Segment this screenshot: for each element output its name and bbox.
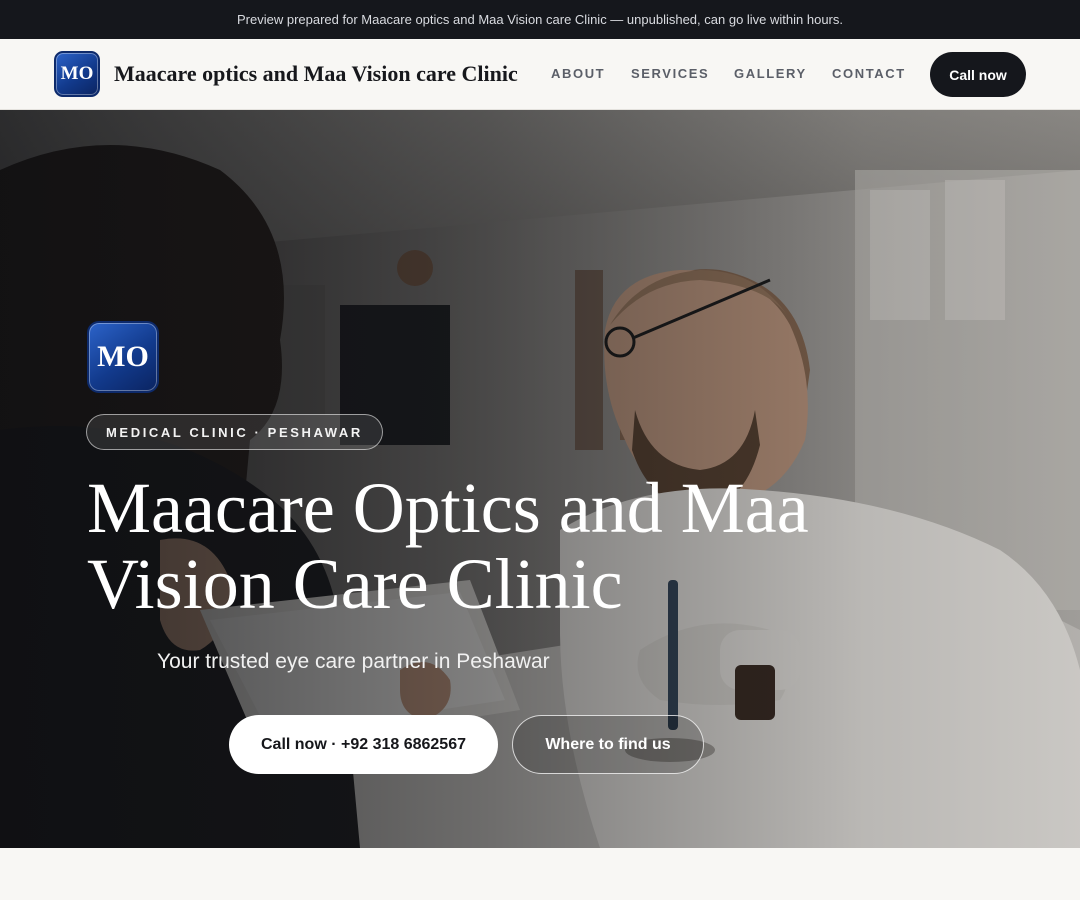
where-to-find-us-button[interactable]: Where to find us [512, 715, 704, 774]
mo-logo-icon[interactable]: MO [54, 51, 100, 97]
hero-title: Maacare Optics and Maa Vision Care Clini… [87, 468, 809, 624]
brand-name[interactable]: Maacare optics and Maa Vision care Clini… [114, 61, 518, 87]
call-now-button[interactable]: Call now [930, 52, 1026, 97]
nav-link-contact[interactable]: CONTACT [832, 66, 906, 81]
preview-banner-text: Preview prepared for Maacare optics and … [236, 12, 844, 27]
hero-eyebrow-badge: MEDICAL CLINIC · PESHAWAR [86, 414, 383, 450]
nav-link-about[interactable]: ABOUT [551, 66, 605, 81]
mo-logo-icon: MO [87, 321, 159, 393]
site-header: MO Maacare optics and Maa Vision care Cl… [0, 39, 1080, 110]
nav-link-services[interactable]: SERVICES [631, 66, 709, 81]
next-section [0, 848, 1080, 900]
preview-banner: Preview prepared for Maacare optics and … [0, 0, 1080, 39]
hero-section: MO MEDICAL CLINIC · PESHAWAR Maacare Opt… [0, 110, 1080, 848]
hero-subtitle: Your trusted eye care partner in Peshawa… [157, 650, 550, 673]
nav-link-gallery[interactable]: GALLERY [734, 66, 807, 81]
call-phone-button[interactable]: Call now · +92 318 6862567 [229, 715, 498, 774]
